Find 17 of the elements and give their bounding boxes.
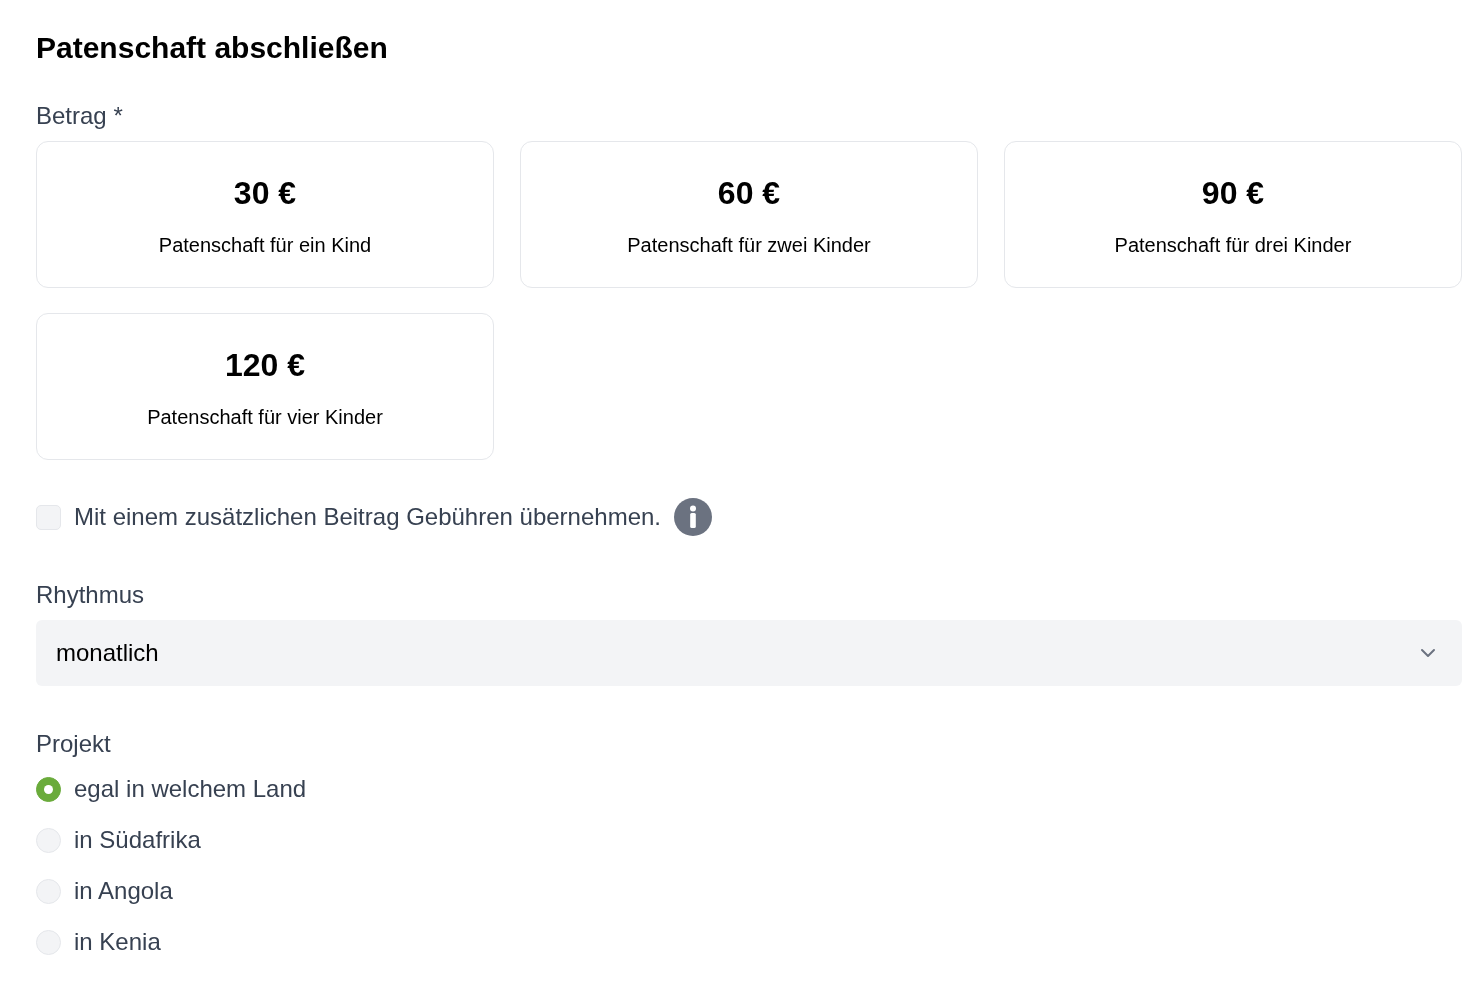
rhythm-select[interactable]: monatlich xyxy=(36,620,1462,686)
radio-button[interactable] xyxy=(36,776,61,802)
amount-option-card[interactable]: 30 € Patenschaft für ein Kind xyxy=(36,141,494,288)
form-title: Patenschaft abschließen xyxy=(36,30,389,66)
field-label: Betrag * xyxy=(36,101,124,131)
field-label: Projekt xyxy=(36,729,112,759)
radio-label: egal in welchem Land xyxy=(74,774,307,804)
radio-label: in Kenia xyxy=(74,927,161,957)
amount-option-card[interactable]: 120 € Patenschaft für vier Kinder xyxy=(36,313,494,460)
checkbox-label: Mit einem zusätzlichen Beitrag Gebühren übernehmen. xyxy=(74,502,661,532)
checkbox[interactable] xyxy=(36,504,61,530)
amount-option-card[interactable]: 60 € Patenschaft für zwei Kinder xyxy=(520,141,978,288)
amount-option-card[interactable]: 90 € Patenschaft für drei Kinder xyxy=(1004,141,1462,288)
field-label: Rhythmus xyxy=(36,580,146,610)
info-icon[interactable] xyxy=(674,498,712,536)
radio-label: in Südafrika xyxy=(74,825,201,855)
radio-label: in Angola xyxy=(74,876,173,906)
